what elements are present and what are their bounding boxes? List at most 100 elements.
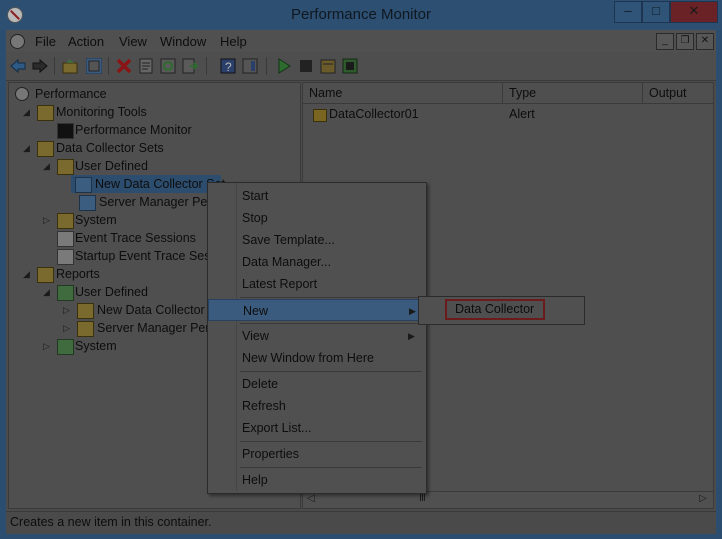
status-text: Creates a new item in this container.	[10, 515, 212, 529]
tree-label: User Defined	[75, 159, 148, 173]
tree-label: Event Trace Sessions	[75, 231, 196, 245]
menu-item-label: Latest Report	[242, 277, 318, 291]
menu-item-delete[interactable]: Delete	[208, 373, 424, 395]
tree-item-monitoring-tools[interactable]: ◢ Monitoring Tools	[13, 103, 293, 121]
collapsed-triangle-icon[interactable]: ▷	[43, 211, 50, 229]
event-trace-icon	[57, 231, 74, 247]
tree-label: Monitoring Tools	[56, 105, 147, 119]
scroll-thumb-grip-icon[interactable]: Ⅲ	[419, 493, 426, 504]
arrow-left-icon[interactable]	[10, 58, 26, 74]
mdi-minimize-button[interactable]: _	[656, 33, 674, 50]
menu-item-refresh[interactable]: Refresh	[208, 395, 424, 417]
menu-item-save-template[interactable]: Save Template...	[208, 229, 424, 251]
mdi-close-button[interactable]: ✕	[696, 33, 714, 50]
menu-item-latest-report[interactable]: Latest Report	[208, 273, 424, 295]
menu-item-view[interactable]: View ▶	[208, 325, 424, 347]
expanded-triangle-icon[interactable]: ◢	[23, 265, 30, 283]
expanded-triangle-icon[interactable]: ◢	[43, 283, 50, 301]
show-action-pane-icon[interactable]	[242, 58, 258, 74]
expanded-triangle-icon[interactable]: ◢	[23, 139, 30, 157]
scroll-left-icon[interactable]: ◁	[307, 493, 315, 504]
status-bar: Creates a new item in this container.	[6, 511, 716, 534]
menu-separator	[240, 323, 422, 324]
tree-item-performance[interactable]: Performance	[13, 85, 293, 103]
menu-separator	[240, 371, 422, 372]
schedule-icon[interactable]	[320, 58, 336, 74]
up-folder-icon[interactable]	[62, 58, 78, 74]
tree-item-performance-monitor[interactable]: Performance Monitor	[13, 121, 293, 139]
svg-text:?: ?	[225, 60, 232, 74]
toolbar-separator	[108, 57, 109, 75]
close-button[interactable]: ✕	[670, 1, 718, 23]
column-header-name[interactable]: Name	[303, 83, 503, 103]
list-item-name[interactable]: DataCollector01	[329, 105, 419, 123]
stop-icon[interactable]	[298, 58, 314, 74]
menu-window[interactable]: Window	[160, 34, 206, 49]
menu-separator	[240, 297, 422, 298]
menu-item-label: Start	[242, 189, 269, 203]
tree-item-new-data-collector-set[interactable]: New Data Collector Set	[71, 175, 225, 193]
system-folder-icon	[57, 213, 74, 229]
menu-bar: File Action View Window Help _ ❐ ✕	[6, 30, 716, 52]
list-header: Name Type Output	[303, 83, 713, 104]
menu-item-label: Properties	[242, 447, 299, 461]
report-folder-icon	[77, 303, 94, 319]
menu-item-export-list[interactable]: Export List...	[208, 417, 424, 439]
maximize-button[interactable]: □	[642, 1, 670, 23]
alert-warning-icon	[313, 109, 327, 122]
scroll-right-icon[interactable]: ▷	[699, 493, 707, 504]
submenu-arrow-icon: ▶	[408, 331, 415, 341]
context-menu: Start Stop Save Template... Data Manager…	[207, 182, 427, 494]
menu-item-start[interactable]: Start	[208, 185, 424, 207]
tree-label: Reports	[56, 267, 100, 281]
menu-view[interactable]: View	[119, 34, 147, 49]
expanded-triangle-icon[interactable]: ◢	[43, 157, 50, 175]
tree-label: System	[75, 339, 117, 353]
show-hide-console-tree-icon[interactable]	[86, 58, 102, 74]
help-icon[interactable]: ?	[220, 58, 236, 74]
column-header-output[interactable]: Output	[643, 83, 713, 103]
menu-file[interactable]: File	[35, 34, 56, 49]
menu-item-new[interactable]: New ▶	[208, 299, 424, 321]
menu-item-new-window-from-here[interactable]: New Window from Here	[208, 347, 424, 369]
menu-item-label: Export List...	[242, 421, 312, 435]
play-icon[interactable]	[276, 58, 292, 74]
app-window: Performance Monitor – □ ✕ File Action Vi…	[0, 0, 722, 539]
tree-label: System	[75, 213, 117, 227]
collapsed-triangle-icon[interactable]: ▷	[43, 337, 50, 355]
mdi-restore-button[interactable]: ❐	[676, 33, 694, 50]
column-header-type[interactable]: Type	[503, 83, 643, 103]
latest-report-icon[interactable]	[342, 58, 358, 74]
submenu-arrow-icon: ▶	[409, 306, 416, 316]
menu-item-data-manager[interactable]: Data Manager...	[208, 251, 424, 273]
red-x-icon[interactable]	[116, 58, 132, 74]
startup-trace-icon	[57, 249, 74, 265]
reports-folder-icon	[37, 267, 54, 283]
tree-label: User Defined	[75, 285, 148, 299]
collapsed-triangle-icon[interactable]: ▷	[63, 319, 70, 337]
mmc-menu-icon[interactable]	[10, 34, 25, 49]
tree-label: New Data Collector Se	[97, 303, 224, 317]
menu-item-help[interactable]: Help	[208, 469, 424, 491]
properties-icon[interactable]	[138, 58, 154, 74]
collapsed-triangle-icon[interactable]: ▷	[63, 301, 70, 319]
export-list-icon[interactable]	[182, 58, 198, 74]
menu-item-properties[interactable]: Properties	[208, 443, 424, 465]
tree-label: Server Manager Perfor	[97, 321, 225, 335]
expanded-triangle-icon[interactable]: ◢	[23, 103, 30, 121]
menu-item-label: Save Template...	[242, 233, 335, 247]
list-item-type[interactable]: Alert	[509, 105, 535, 123]
menu-item-stop[interactable]: Stop	[208, 207, 424, 229]
menu-item-label: Delete	[242, 377, 279, 391]
arrow-right-icon[interactable]	[32, 58, 48, 74]
refresh-icon[interactable]	[160, 58, 176, 74]
menu-action[interactable]: Action	[68, 34, 104, 49]
reports-user-defined-icon	[57, 285, 74, 301]
performance-icon	[15, 87, 29, 101]
tree-label: Data Collector Sets	[56, 141, 164, 155]
submenu-item-data-collector[interactable]: Data Collector	[445, 299, 545, 320]
menu-help[interactable]: Help	[220, 34, 247, 49]
minimize-button[interactable]: –	[614, 1, 642, 23]
tree-item-data-collector-sets[interactable]: ◢ Data Collector Sets	[13, 139, 293, 157]
tree-item-user-defined[interactable]: ◢ User Defined	[13, 157, 293, 175]
